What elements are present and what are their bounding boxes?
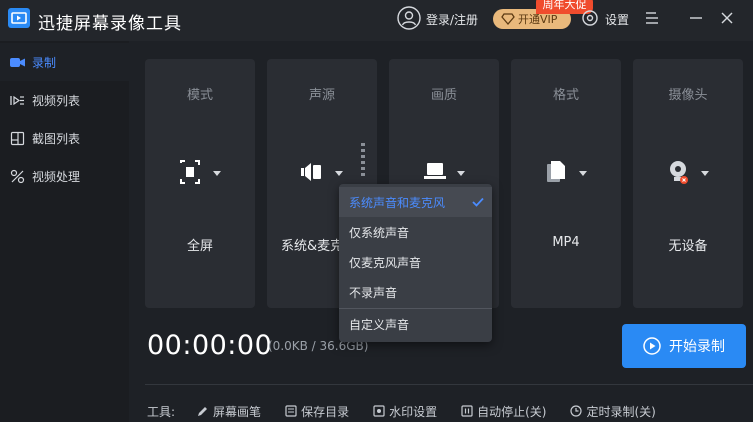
card-title: 声源 (308, 88, 335, 103)
tool-label: 保存目录 (301, 404, 350, 419)
start-recording-button[interactable]: 开始录制 (622, 324, 746, 368)
audio-source-dropdown: 系统声音和麦克风 仅系统声音 仅麦克风声音 不录声音 自定义声音 (339, 184, 492, 342)
tool-label: 水印设置 (389, 404, 438, 419)
card-value: 无设备 (668, 239, 708, 254)
chevron-down-icon[interactable] (213, 171, 221, 176)
sidebar-item-label: 视频处理 (32, 169, 81, 184)
card-value: MP4 (552, 235, 580, 250)
card-title: 摄像头 (668, 88, 708, 103)
option-label: 不录声音 (349, 285, 398, 300)
card-title: 格式 (552, 88, 579, 103)
camera-icon (10, 57, 25, 67)
screenshot-list-icon (10, 131, 25, 145)
option-label: 系统声音和麦克风 (349, 195, 446, 210)
divider (145, 384, 753, 385)
chevron-down-icon[interactable] (457, 171, 465, 176)
card-value: 全屏 (186, 239, 213, 254)
watermark-icon (373, 405, 385, 417)
tool-label: 屏幕画笔 (213, 404, 262, 419)
menu-icon[interactable] (644, 10, 660, 26)
sidebar-item-record[interactable]: 录制 (0, 43, 129, 81)
pause-icon (461, 405, 473, 417)
app-title: 迅捷屏幕录像工具 (38, 14, 182, 34)
chevron-down-icon[interactable] (701, 171, 709, 176)
gear-icon[interactable] (581, 9, 599, 27)
minimize-icon[interactable] (688, 10, 704, 26)
diamond-icon (501, 13, 515, 25)
card-title: 模式 (186, 88, 213, 103)
sidebar-item-video-process[interactable]: 视频处理 (0, 157, 129, 195)
webcam-card[interactable]: 摄像头 无设备 (633, 59, 743, 308)
auto-stop-tool[interactable]: 自动停止(关) (461, 403, 546, 420)
watermark-tool[interactable]: 水印设置 (373, 403, 437, 420)
screen-pen-tool[interactable]: 屏幕画笔 (197, 403, 261, 420)
clock-icon (570, 405, 583, 417)
volume-level-icon (361, 143, 365, 176)
recording-timer: 00:00:00 (147, 330, 273, 361)
mode-card[interactable]: 模式 全屏 (145, 59, 255, 308)
format-card[interactable]: 格式 MP4 (511, 59, 621, 308)
dropdown-option-mic-only[interactable]: 仅麦克风声音 (339, 247, 492, 277)
login-link[interactable]: 登录/注册 (426, 11, 478, 28)
dropdown-option-no-audio[interactable]: 不录声音 (339, 277, 492, 307)
card-title: 画质 (430, 88, 457, 103)
pen-icon (198, 407, 208, 416)
option-label: 仅麦克风声音 (349, 255, 422, 270)
play-icon (643, 337, 661, 355)
video-list-icon (10, 95, 24, 105)
option-label: 自定义声音 (349, 317, 410, 332)
tools-bar: 工具: 屏幕画笔 保存目录 水印设置 自动停止(关) 定时录制(关) (147, 402, 680, 420)
sidebar: 录制 视频列表 截图列表 视频处理 (0, 41, 129, 422)
tools-label: 工具: (147, 404, 176, 419)
close-icon[interactable] (719, 10, 735, 26)
save-directory-tool[interactable]: 保存目录 (285, 403, 349, 420)
chevron-down-icon[interactable] (579, 171, 587, 176)
settings-link[interactable]: 设置 (605, 11, 629, 28)
video-process-icon (10, 169, 25, 183)
sidebar-item-video-list[interactable]: 视频列表 (0, 81, 129, 119)
sidebar-item-label: 录制 (32, 55, 57, 70)
tool-label: 自动停止(关) (477, 404, 547, 419)
start-recording-label: 开始录制 (669, 339, 725, 355)
dropdown-option-custom[interactable]: 自定义声音 (339, 309, 492, 339)
app-logo-icon (8, 8, 30, 28)
sidebar-item-screenshot-list[interactable]: 截图列表 (0, 119, 129, 157)
dropdown-option-system-only[interactable]: 仅系统声音 (339, 217, 492, 247)
chevron-down-icon[interactable] (335, 171, 343, 176)
sidebar-item-label: 视频列表 (32, 93, 81, 108)
sidebar-item-label: 截图列表 (32, 131, 81, 146)
folder-icon (285, 405, 297, 417)
tool-label: 定时录制(关) (586, 404, 656, 419)
title-bar: 迅捷屏幕录像工具 登录/注册 开通VIP 周年大促 设置 (0, 0, 753, 41)
option-label: 仅系统声音 (349, 225, 410, 240)
user-icon[interactable] (397, 6, 421, 30)
scheduled-recording-tool[interactable]: 定时录制(关) (570, 403, 656, 420)
checkmark-icon (472, 197, 484, 207)
dropdown-option-system-and-mic[interactable]: 系统声音和麦克风 (339, 187, 492, 217)
